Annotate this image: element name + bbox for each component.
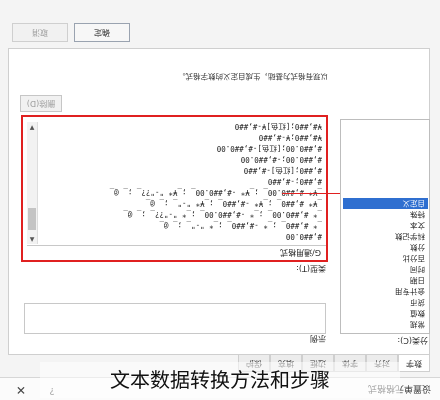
format-item[interactable]: _* #,##0_ ;_* -#,##0_ ;_* "-"_ ;_ @_ [159, 219, 322, 231]
type-input[interactable]: G/通用格式 [27, 245, 326, 260]
category-item[interactable]: 常规 [345, 319, 425, 330]
tab-number[interactable]: 数字 [398, 354, 430, 372]
sample-preview [24, 303, 326, 334]
close-icon[interactable]: ✕ [12, 382, 30, 398]
type-label: 类型(T): [296, 264, 326, 273]
category-item[interactable]: 文本 [345, 220, 425, 231]
format-list[interactable]: #,##0.00 _* #,##0_ ;_* -#,##0_ ;_* "-"_ … [40, 122, 326, 244]
format-item[interactable]: ¥#,##0;¥-#,##0 [259, 131, 322, 143]
category-item[interactable]: 分数 [345, 242, 425, 253]
category-item[interactable]: 数值 [345, 308, 425, 319]
sample-label: 示例 [310, 334, 326, 343]
format-item[interactable]: _¥* #,##0.00_ ;_¥* -#,##0.00_ ;_¥* "-"??… [110, 186, 322, 198]
description-text: 以现有格式为基础，生成自定义的数字格式。 [178, 72, 328, 81]
format-item[interactable]: ¥#,##0;[红色]¥-#,##0 [235, 122, 322, 132]
scroll-up-icon[interactable]: ▲ [27, 234, 37, 244]
format-item[interactable]: #,##0;-#,##0 [268, 175, 322, 187]
category-item-selected[interactable]: 自定义 [343, 198, 428, 209]
format-list-scrollbar[interactable]: ▲ ▼ [27, 122, 38, 244]
category-item[interactable]: 会计专用 [345, 286, 425, 297]
ok-button[interactable]: 确定 [74, 23, 130, 42]
format-cells-dialog: 设置单元格格式 ? ✕ 数字 对齐 字体 边框 填充 保护 分类(C): 常规 … [0, 0, 440, 400]
format-item[interactable]: #,##0.00 [286, 230, 322, 242]
category-item[interactable]: 科学记数 [345, 231, 425, 242]
format-item[interactable]: #,##0;[红色]-#,##0 [244, 164, 322, 176]
delete-button[interactable]: 删除(D) [20, 95, 62, 112]
scroll-down-icon[interactable]: ▼ [27, 122, 37, 132]
scroll-thumb[interactable] [28, 208, 36, 230]
format-item[interactable]: #,##0.00;-#,##0.00 [241, 153, 322, 165]
category-item[interactable]: 日期 [345, 275, 425, 286]
category-label: 分类(C): [397, 336, 428, 345]
format-item[interactable]: #,##0.00;[红色]-#,##0.00 [217, 142, 322, 154]
format-item[interactable]: _¥* #,##0_ ;_¥* -#,##0_ ;_¥* "-"_ ;_ @_ [146, 197, 322, 209]
type-input-value: G/通用格式 [280, 248, 321, 257]
format-item[interactable]: _* #,##0.00_ ;_* -#,##0.00_ ;_* "-"??_ ;… [123, 208, 322, 220]
category-item[interactable]: 时间 [345, 264, 425, 275]
category-item[interactable]: 货币 [345, 297, 425, 308]
cancel-button[interactable]: 取消 [12, 23, 68, 42]
category-item[interactable]: 特殊 [345, 209, 425, 220]
caption-overlay: 文本数据转换方法和步骤 [40, 362, 400, 398]
category-list[interactable]: 常规 数值 货币 会计专用 日期 时间 百分比 分数 科学记数 文本 特殊 自定… [340, 119, 430, 334]
category-item[interactable]: 百分比 [345, 253, 426, 264]
annotation-line [282, 193, 340, 194]
